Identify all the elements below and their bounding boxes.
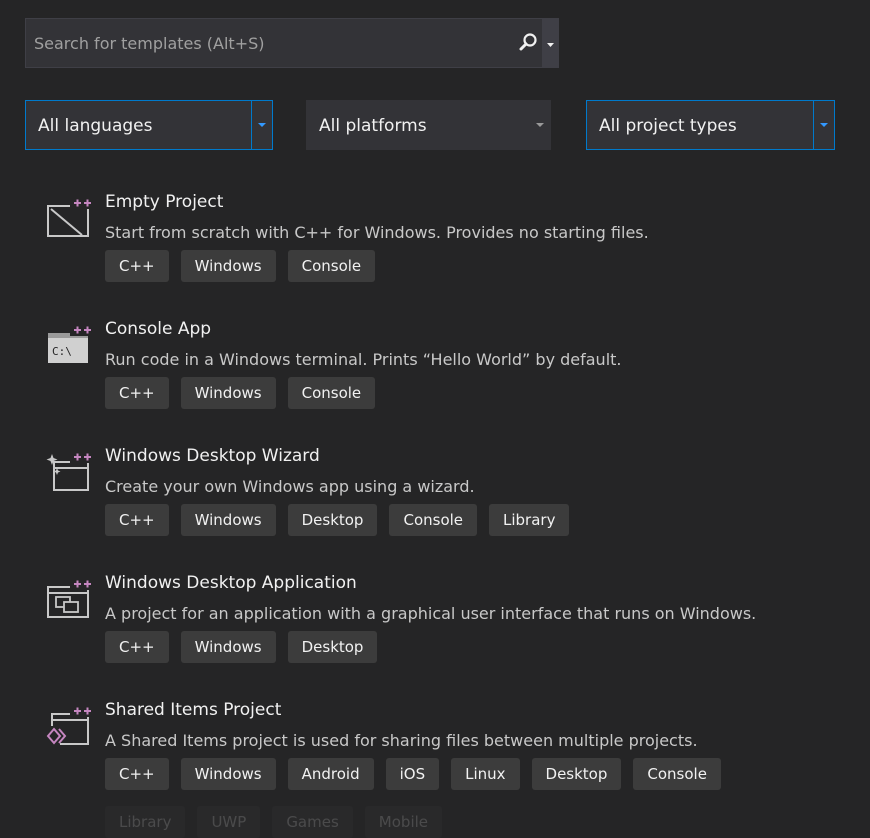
language-filter-dropdown[interactable]: All languages <box>25 100 273 150</box>
tag-library: Library <box>105 806 186 838</box>
chevron-down-icon <box>258 123 266 127</box>
template-title: Console App <box>105 319 212 339</box>
template-empty-project[interactable]: Empty Project Start from scratch with C+… <box>36 192 836 310</box>
tag-games: Games <box>272 806 353 838</box>
template-windows-desktop-wizard[interactable]: Windows Desktop Wizard Create your own W… <box>36 446 836 564</box>
tag-windows: Windows <box>180 631 276 663</box>
chevron-down-icon <box>820 123 828 127</box>
search-options-dropdown[interactable] <box>542 19 559 67</box>
desktop-wizard-icon <box>46 452 92 491</box>
template-windows-desktop-application[interactable]: Windows Desktop Application A project fo… <box>36 573 836 691</box>
tag-cpp: C++ <box>105 758 169 790</box>
template-title: Empty Project <box>105 192 224 212</box>
template-description: A Shared Items project is used for shari… <box>105 731 698 750</box>
search-icon <box>519 33 537 51</box>
project-type-filter-arrow[interactable] <box>813 101 834 149</box>
empty-project-icon <box>47 198 92 237</box>
template-tags: C++ Windows Android iOS Linux Desktop Co… <box>105 758 721 790</box>
console-app-icon: C:\ <box>48 325 92 363</box>
tag-desktop: Desktop <box>287 504 378 536</box>
tag-linux: Linux <box>451 758 520 790</box>
platform-filter-dropdown[interactable]: All platforms <box>306 100 551 150</box>
template-description: Run code in a Windows terminal. Prints “… <box>105 350 622 369</box>
tag-cpp: C++ <box>105 250 169 282</box>
project-type-filter-value: All project types <box>599 116 737 136</box>
chevron-down-icon <box>536 123 544 127</box>
tag-desktop: Desktop <box>531 758 622 790</box>
template-description: A project for an application with a grap… <box>105 604 757 623</box>
tag-library: Library <box>489 504 570 536</box>
desktop-application-icon <box>47 579 92 618</box>
tag-windows: Windows <box>180 377 276 409</box>
svg-text:C:\: C:\ <box>52 345 72 358</box>
template-title: Shared Items Project <box>105 700 282 720</box>
search-input[interactable] <box>26 19 510 67</box>
search-button[interactable] <box>510 19 542 67</box>
template-title: Windows Desktop Wizard <box>105 446 320 466</box>
template-tags: C++ Windows Desktop Console Library <box>105 504 570 536</box>
tag-cpp: C++ <box>105 377 169 409</box>
overflow-tags-row: Library UWP Games Mobile <box>105 806 443 838</box>
tag-console: Console <box>287 250 376 282</box>
tag-windows: Windows <box>180 504 276 536</box>
tag-cpp: C++ <box>105 504 169 536</box>
tag-console: Console <box>633 758 721 790</box>
tag-mobile: Mobile <box>364 806 443 838</box>
template-search-box[interactable] <box>25 18 559 68</box>
tag-uwp: UWP <box>197 806 261 838</box>
template-description: Create your own Windows app using a wiza… <box>105 477 475 496</box>
tag-android: Android <box>287 758 374 790</box>
template-shared-items-project[interactable]: Shared Items Project A Shared Items proj… <box>36 700 836 818</box>
template-tags: C++ Windows Desktop <box>105 631 378 663</box>
template-tags: C++ Windows Console <box>105 377 376 409</box>
tag-windows: Windows <box>180 758 276 790</box>
platform-filter-value: All platforms <box>319 116 427 136</box>
language-filter-value: All languages <box>38 116 153 136</box>
tag-windows: Windows <box>180 250 276 282</box>
shared-items-icon <box>46 706 92 748</box>
template-description: Start from scratch with C++ for Windows.… <box>105 223 649 242</box>
tag-console: Console <box>389 504 478 536</box>
template-tags: C++ Windows Console <box>105 250 376 282</box>
chevron-down-icon <box>547 43 554 47</box>
tag-ios: iOS <box>385 758 440 790</box>
template-title: Windows Desktop Application <box>105 573 357 593</box>
platform-filter-arrow[interactable] <box>530 101 550 149</box>
tag-cpp: C++ <box>105 631 169 663</box>
tag-console: Console <box>287 377 376 409</box>
template-console-app[interactable]: C:\ Console App Run code in a Windows te… <box>36 319 836 437</box>
language-filter-arrow[interactable] <box>251 101 272 149</box>
project-type-filter-dropdown[interactable]: All project types <box>586 100 835 150</box>
tag-desktop: Desktop <box>287 631 378 663</box>
